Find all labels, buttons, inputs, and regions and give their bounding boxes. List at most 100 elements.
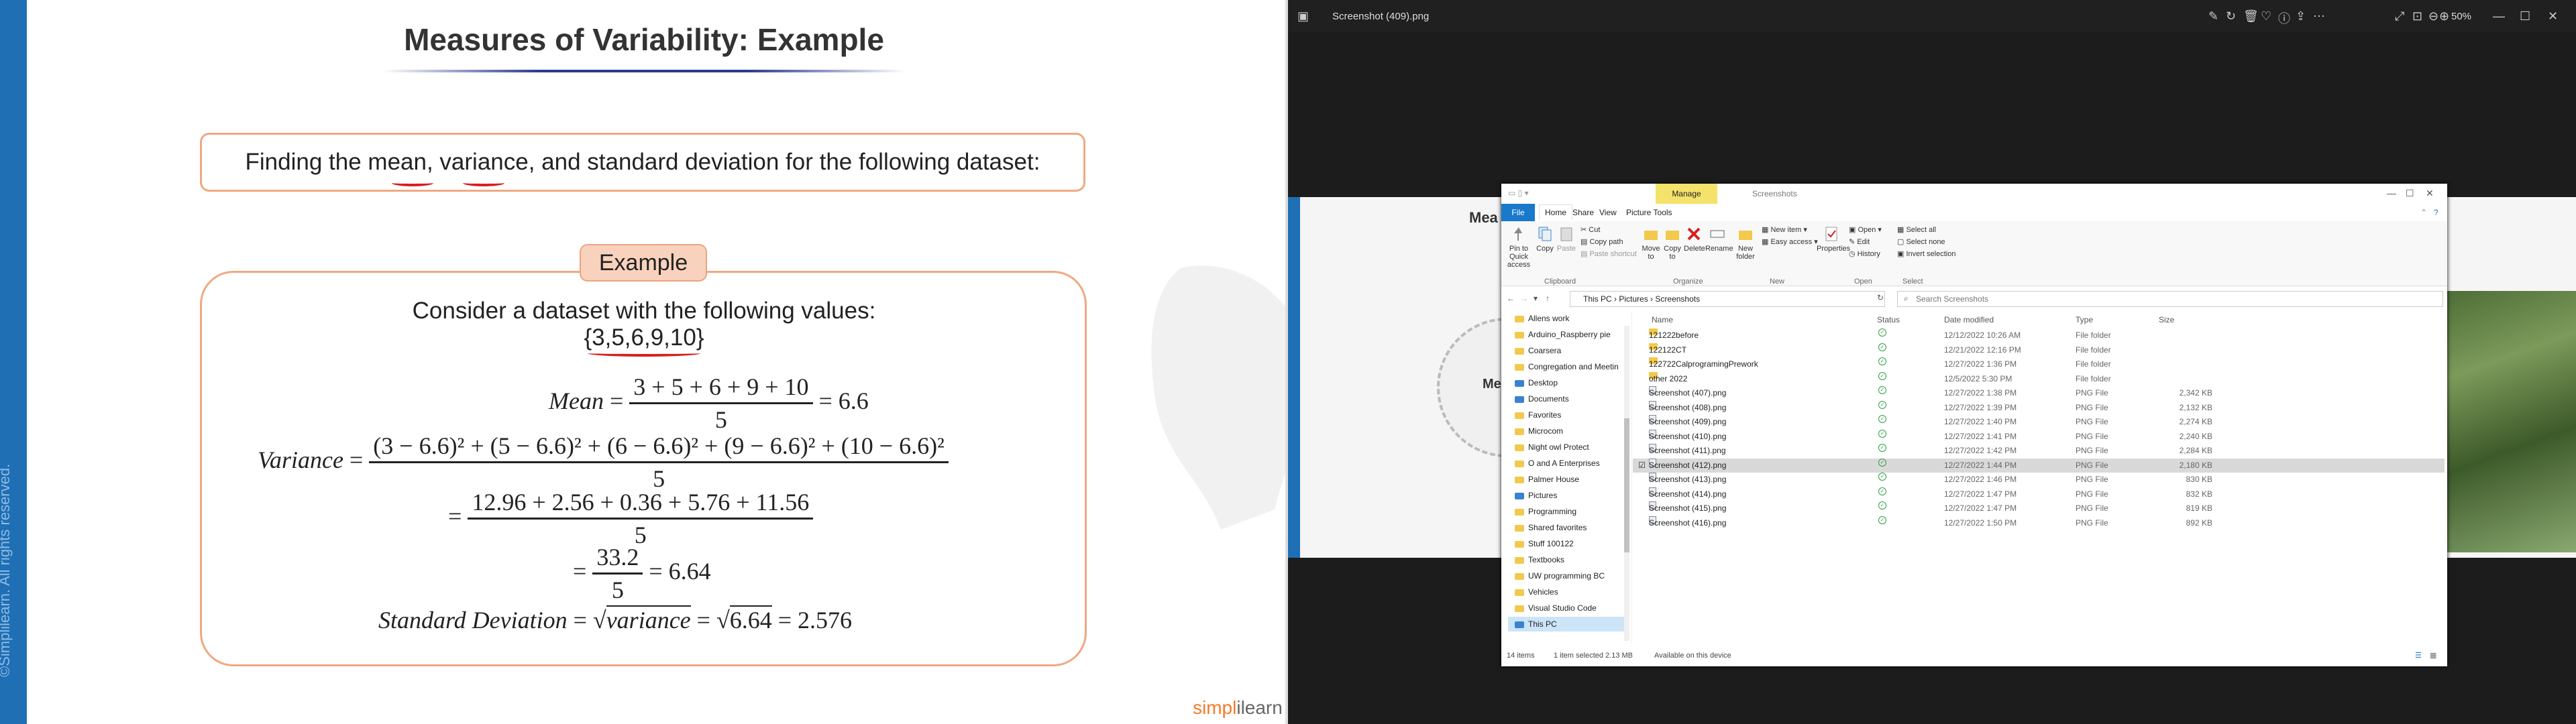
paste-button[interactable]: Paste bbox=[1556, 225, 1576, 253]
nav-scrollbar[interactable] bbox=[1624, 326, 1629, 641]
column-name[interactable]: Name bbox=[1652, 311, 1673, 328]
nav-item[interactable]: O and A Enterprises bbox=[1515, 456, 1600, 471]
quick-access-toolbar-icon[interactable]: ▭ ▯ ▾ bbox=[1508, 188, 1529, 198]
pin-button[interactable]: Pin to Quick access bbox=[1504, 225, 1534, 269]
invert-selection-button[interactable]: ▣ Invert selection bbox=[1897, 249, 1955, 258]
column-date-modified[interactable]: Date modified bbox=[1944, 311, 1994, 328]
delete-button[interactable]: Delete bbox=[1684, 225, 1705, 253]
large-icons-view-icon[interactable]: ▦ bbox=[2430, 648, 2436, 664]
up-icon[interactable]: ↑ bbox=[1546, 294, 1550, 303]
cut-button[interactable]: ✂ Cut bbox=[1580, 225, 1600, 234]
file-row[interactable]: Screenshot (414).png ✓ 12/27/2022 1:47 PM P… bbox=[1633, 487, 2445, 501]
file-row[interactable]: Screenshot (413).png ✓ 12/27/2022 1:46 PM P… bbox=[1633, 473, 2445, 487]
refresh-icon[interactable]: ↻ bbox=[1877, 293, 1884, 302]
nav-item[interactable]: UW programming BC bbox=[1515, 568, 1605, 583]
easy-access-button[interactable]: ▦ Easy access ▾ bbox=[1762, 237, 1818, 246]
copy-to-button[interactable]: Copy to bbox=[1662, 225, 1682, 261]
manage-tab[interactable]: Manage bbox=[1656, 184, 1717, 204]
nav-item[interactable]: Programming bbox=[1515, 504, 1576, 519]
paste-shortcut-button[interactable]: ▤ Paste shortcut bbox=[1580, 249, 1637, 258]
nav-item[interactable]: Arduino_Raspberry pie bbox=[1515, 327, 1611, 342]
rename-button[interactable]: Rename bbox=[1705, 225, 1733, 253]
more-icon[interactable]: ⋯ bbox=[2313, 9, 2325, 23]
maximize-icon[interactable]: ☐ bbox=[2520, 9, 2530, 23]
back-icon[interactable]: ← bbox=[1507, 294, 1515, 303]
help-icon[interactable]: ? bbox=[2434, 208, 2438, 217]
file-row[interactable]: Screenshot (411).png ✓ 12/27/2022 1:42 PM P… bbox=[1633, 444, 2445, 458]
tab-picture-tools[interactable]: Picture Tools bbox=[1626, 208, 1672, 217]
share-icon[interactable]: ⇪ bbox=[2296, 9, 2306, 23]
rotate-icon[interactable]: ↻ bbox=[2226, 9, 2236, 23]
breadcrumb-screenshots[interactable]: Screenshots bbox=[1655, 294, 1700, 304]
explorer-minimize-icon[interactable]: — bbox=[2387, 188, 2396, 198]
file-row[interactable]: Screenshot (407).png ✓ 12/27/2022 1:38 PM P… bbox=[1633, 386, 2445, 400]
fit-icon[interactable]: ⊡ bbox=[2412, 9, 2422, 23]
nav-item-label: Allens work bbox=[1528, 314, 1570, 323]
details-view-icon[interactable]: ☰ bbox=[2415, 648, 2422, 664]
copy-button[interactable]: Copy bbox=[1535, 225, 1555, 253]
edit-button[interactable]: ✎ Edit bbox=[1849, 237, 1870, 246]
file-row[interactable]: Screenshot (408).png ✓ 12/27/2022 1:39 PM P… bbox=[1633, 400, 2445, 415]
nav-item[interactable]: Stuff 100122 bbox=[1515, 536, 1574, 551]
nav-item[interactable]: Vehicles bbox=[1515, 585, 1558, 599]
file-row[interactable]: ☑ Screenshot (412).png ✓ 12/27/2022 1:44 PM… bbox=[1633, 458, 2445, 473]
file-row[interactable]: other 2022 ✓ 12/5/2022 5:30 PM File folder bbox=[1633, 371, 2445, 386]
nav-item[interactable]: Desktop bbox=[1515, 375, 1558, 390]
column-size[interactable]: Size bbox=[2159, 311, 2174, 328]
delete-icon[interactable]: 🗑 bbox=[2243, 9, 2259, 23]
nav-item[interactable]: Congregation and Meetin bbox=[1515, 359, 1619, 374]
explorer-maximize-icon[interactable]: ☐ bbox=[2406, 188, 2414, 199]
file-row[interactable]: Screenshot (409).png ✓ 12/27/2022 1:40 PM P… bbox=[1633, 415, 2445, 429]
new-item-button[interactable]: ▦ New item ▾ bbox=[1762, 225, 1807, 234]
select-none-button[interactable]: ▢ Select none bbox=[1897, 237, 1945, 246]
file-row[interactable]: Screenshot (415).png ✓ 12/27/2022 1:47 PM P… bbox=[1633, 501, 2445, 516]
tab-file[interactable]: File bbox=[1501, 204, 1535, 221]
close-icon[interactable]: ✕ bbox=[2548, 9, 2558, 23]
info-icon[interactable]: ⓘ bbox=[2278, 9, 2290, 27]
file-row[interactable]: 122122CT ✓ 12/21/2022 12:16 PM File folder bbox=[1633, 343, 2445, 357]
file-row[interactable]: 122722CalprogramingPrework ✓ 12/27/2022 1:… bbox=[1633, 357, 2445, 371]
minimize-icon[interactable]: — bbox=[2493, 9, 2505, 23]
select-all-button[interactable]: ▦ Select all bbox=[1897, 225, 1936, 234]
recent-icon[interactable]: ▾ bbox=[1534, 294, 1538, 303]
file-row[interactable]: 121222before ✓ 12/12/2022 10:26 AM File fol… bbox=[1633, 328, 2445, 343]
gallery-icon[interactable]: ▣ bbox=[1297, 9, 1309, 23]
address-bar-row: ← → ▾ ↑ This PC › Pictures › Screenshots… bbox=[1501, 287, 2447, 310]
nav-item[interactable]: Visual Studio Code bbox=[1515, 601, 1597, 615]
nav-item[interactable]: Coarsera bbox=[1515, 343, 1561, 358]
tab-home[interactable]: Home bbox=[1539, 204, 1573, 220]
column-status[interactable]: Status bbox=[1877, 311, 1900, 328]
edit-icon[interactable]: ✎ bbox=[2208, 9, 2218, 23]
nav-item[interactable]: Palmer House bbox=[1515, 472, 1579, 487]
nav-item[interactable]: Documents bbox=[1515, 391, 1569, 406]
nav-item[interactable]: Microcom bbox=[1515, 424, 1563, 438]
breadcrumb-this-pc[interactable]: This PC bbox=[1583, 294, 1612, 304]
favorite-icon[interactable]: ♡ bbox=[2261, 9, 2271, 23]
tab-view[interactable]: View bbox=[1599, 208, 1617, 217]
move-to-button[interactable]: Move to bbox=[1641, 225, 1661, 261]
file-row[interactable]: Screenshot (416).png ✓ 12/27/2022 1:50 PM P… bbox=[1633, 516, 2445, 530]
ribbon-collapse-icon[interactable]: ⌃ bbox=[2420, 208, 2427, 217]
explorer-close-icon[interactable]: ✕ bbox=[2426, 188, 2434, 199]
row-checkbox[interactable]: ☑ bbox=[1638, 459, 1646, 473]
history-button[interactable]: ◷ History bbox=[1849, 249, 1880, 258]
column-type[interactable]: Type bbox=[2076, 311, 2093, 328]
open-button[interactable]: ▣ Open ▾ bbox=[1849, 225, 1882, 234]
fullscreen-icon[interactable]: ⤢ bbox=[2395, 9, 2404, 23]
zoom-out-icon[interactable]: ⊖ bbox=[2428, 9, 2438, 23]
nav-item[interactable]: This PC bbox=[1508, 617, 1629, 631]
forward-icon[interactable]: → bbox=[1520, 294, 1528, 303]
nav-item[interactable]: Favorites bbox=[1515, 408, 1561, 422]
nav-item[interactable]: Night owl Protect bbox=[1515, 440, 1589, 455]
new-folder-button[interactable]: New folder bbox=[1733, 225, 1758, 261]
nav-item[interactable]: Allens work bbox=[1515, 311, 1569, 326]
nav-item[interactable]: Textbooks bbox=[1515, 552, 1564, 567]
breadcrumb-pictures[interactable]: Pictures bbox=[1619, 294, 1648, 304]
nav-item[interactable]: Shared favorites bbox=[1515, 520, 1587, 535]
nav-item[interactable]: Pictures bbox=[1515, 488, 1557, 503]
copy-path-button[interactable]: ▤ Copy path bbox=[1580, 237, 1623, 246]
file-row[interactable]: Screenshot (410).png ✓ 12/27/2022 1:41 PM P… bbox=[1633, 429, 2445, 444]
properties-button[interactable]: Properties bbox=[1817, 225, 1850, 253]
zoom-in-icon[interactable]: ⊕ bbox=[2439, 9, 2449, 23]
tab-share[interactable]: Share bbox=[1572, 208, 1594, 217]
